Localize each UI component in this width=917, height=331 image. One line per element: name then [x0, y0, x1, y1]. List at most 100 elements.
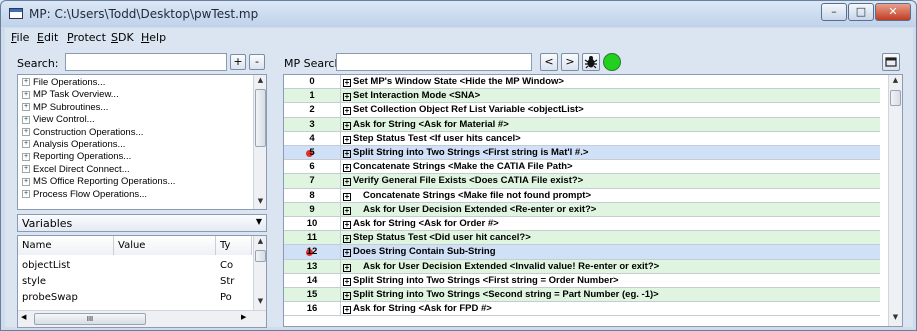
step-cell[interactable]: + Verify General File Exists <Does CATIA …: [340, 174, 583, 189]
scroll-thumb[interactable]: III: [34, 313, 146, 325]
maximize-button[interactable]: □: [848, 3, 874, 21]
expand-icon[interactable]: +: [343, 107, 351, 116]
status-indicator[interactable]: [603, 53, 621, 71]
vars-scrollbar[interactable]: ▲ ▼: [253, 236, 266, 310]
expand-icon[interactable]: +: [22, 90, 30, 99]
step-cell[interactable]: + Set MP's Window State <Hide the MP Wind…: [340, 75, 564, 89]
debug-button[interactable]: [582, 53, 600, 71]
variable-row[interactable]: style Str: [18, 275, 252, 290]
minimize-button[interactable]: –: [821, 3, 847, 21]
expand-icon[interactable]: +: [343, 121, 351, 130]
expand-icon[interactable]: +: [343, 192, 351, 201]
mp-search-input[interactable]: [336, 53, 532, 71]
expand-icon[interactable]: +: [343, 135, 351, 144]
scroll-thumb[interactable]: [255, 250, 266, 262]
step-row[interactable]: 16 + Ask for String <Ask for FPD #>: [284, 302, 880, 317]
grid-scrollbar[interactable]: ▲ ▼: [888, 75, 902, 326]
expand-icon[interactable]: +: [343, 150, 351, 158]
step-row[interactable]: 13 + Ask for User Decision Extended <Inval…: [284, 259, 880, 274]
expand-icon[interactable]: +: [343, 249, 351, 258]
scroll-down-icon[interactable]: ▼: [254, 297, 266, 305]
expand-icon[interactable]: +: [343, 178, 351, 187]
add-button[interactable]: +: [230, 54, 246, 70]
step-cell[interactable]: + Does String Contain Sub-String: [340, 245, 496, 260]
step-row[interactable]: 11 + Step Status Test <Did user hit cancel…: [284, 231, 880, 246]
tree-item[interactable]: + MS Office Reporting Operations...: [22, 176, 175, 188]
tree-item[interactable]: + Analysis Operations...: [22, 139, 125, 151]
step-cell[interactable]: + Ask for String <Ask for Material #>: [340, 117, 509, 132]
search-next-button[interactable]: >: [561, 53, 579, 71]
restore-pane-button[interactable]: [882, 53, 900, 71]
scroll-thumb[interactable]: [890, 90, 901, 106]
tree-item[interactable]: + Excel Direct Connect...: [22, 164, 130, 176]
expand-icon[interactable]: +: [22, 128, 30, 137]
panel-dropdown[interactable]: Variables ▼: [17, 214, 267, 232]
expand-icon[interactable]: +: [22, 177, 30, 186]
step-row[interactable]: 9 + Ask for User Decision Extended <Re-ent…: [284, 202, 880, 217]
column-header-type[interactable]: Ty: [216, 236, 252, 255]
step-cell[interactable]: + Ask for String <Ask for Order #>: [340, 217, 499, 231]
scroll-down-icon[interactable]: ▼: [889, 313, 902, 321]
expand-icon[interactable]: +: [343, 235, 351, 244]
expand-icon[interactable]: +: [22, 78, 30, 87]
vars-hscrollbar[interactable]: ◀ III ▶: [18, 310, 266, 327]
expand-icon[interactable]: +: [343, 277, 351, 286]
scroll-thumb[interactable]: [255, 89, 266, 147]
expand-icon[interactable]: +: [343, 263, 351, 272]
menu-help[interactable]: Help: [141, 31, 166, 44]
search-input[interactable]: [65, 53, 227, 71]
step-cell[interactable]: + Step Status Test <Did user hit cancel?>: [340, 231, 531, 246]
step-row[interactable]: 3 + Ask for String <Ask for Material #>: [284, 117, 880, 132]
tree-scrollbar[interactable]: ▲ ▼: [253, 75, 266, 209]
column-header-value[interactable]: Value: [114, 236, 216, 255]
menu-sdk[interactable]: SDK: [111, 31, 134, 44]
step-row[interactable]: 1 + Set Interaction Mode <SNA>: [284, 89, 880, 104]
step-cell[interactable]: + Step Status Test <If user hits cancel>: [340, 131, 521, 146]
step-row[interactable]: 15 + Split String into Two Strings <Second…: [284, 288, 880, 303]
step-row[interactable]: 12 + Does String Contain Sub-String: [284, 245, 880, 260]
step-row[interactable]: 8 + Concatenate Strings <Make file not fou…: [284, 188, 880, 203]
variable-row[interactable]: objectList Co: [18, 259, 252, 274]
tree-item[interactable]: + File Operations...: [22, 77, 105, 89]
step-cell[interactable]: + Split String into Two Strings <First st…: [340, 146, 588, 160]
expand-icon[interactable]: +: [22, 152, 30, 161]
remove-button[interactable]: -: [249, 54, 265, 70]
step-cell[interactable]: + Ask for User Decision Extended <Invalid…: [340, 259, 659, 274]
step-row[interactable]: 6 + Concatenate Strings <Make the CATIA Fi…: [284, 160, 880, 175]
tree-item[interactable]: + Process Flow Operations...: [22, 189, 147, 201]
step-row[interactable]: 4 + Step Status Test <If user hits cancel>: [284, 131, 880, 146]
step-row[interactable]: 2 + Set Collection Object Ref List Variabl…: [284, 103, 880, 118]
expand-icon[interactable]: +: [343, 292, 351, 300]
scroll-up-icon[interactable]: ▲: [889, 76, 902, 84]
scroll-up-icon[interactable]: ▲: [254, 237, 266, 245]
variable-row[interactable]: probeSwap Po: [18, 291, 252, 306]
expand-icon[interactable]: +: [343, 206, 351, 215]
menu-protect[interactable]: Protect: [67, 31, 106, 44]
step-cell[interactable]: + Ask for User Decision Extended <Re-ente…: [340, 202, 596, 217]
step-cell[interactable]: + Concatenate Strings <Make file not foun…: [340, 188, 591, 203]
expand-icon[interactable]: +: [22, 115, 30, 124]
close-button[interactable]: ✕: [875, 3, 911, 21]
step-cell[interactable]: + Ask for String <Ask for FPD #>: [340, 302, 492, 317]
expand-icon[interactable]: +: [343, 221, 351, 229]
step-row[interactable]: 5 + Split String into Two Strings <First s…: [284, 146, 880, 161]
step-row[interactable]: 10 + Ask for String <Ask for Order #>: [284, 217, 880, 232]
tree-item[interactable]: + Construction Operations...: [22, 127, 143, 139]
expand-icon[interactable]: +: [22, 190, 30, 199]
tree-item[interactable]: + MP Task Overview...: [22, 89, 119, 101]
menu-edit[interactable]: Edit: [37, 31, 58, 44]
expand-icon[interactable]: +: [343, 93, 351, 102]
expand-icon[interactable]: +: [22, 103, 30, 112]
step-cell[interactable]: + Set Interaction Mode <SNA>: [340, 89, 480, 104]
step-row[interactable]: 0 + Set MP's Window State <Hide the MP Win…: [284, 75, 880, 90]
step-cell[interactable]: + Set Collection Object Ref List Variable…: [340, 103, 584, 118]
step-cell[interactable]: + Concatenate Strings <Make the CATIA Fil…: [340, 160, 573, 175]
scroll-up-icon[interactable]: ▲: [254, 76, 266, 84]
column-header-name[interactable]: Name: [18, 236, 114, 255]
tree-item[interactable]: + MP Subroutines...: [22, 102, 108, 114]
menu-file[interactable]: File: [11, 31, 29, 44]
scroll-left-icon[interactable]: ◀: [21, 313, 26, 321]
step-cell[interactable]: + Split String into Two Strings <First st…: [340, 273, 619, 288]
tree-item[interactable]: + View Control...: [22, 114, 95, 126]
step-cell[interactable]: + Split String into Two Strings <Second s…: [340, 288, 659, 302]
